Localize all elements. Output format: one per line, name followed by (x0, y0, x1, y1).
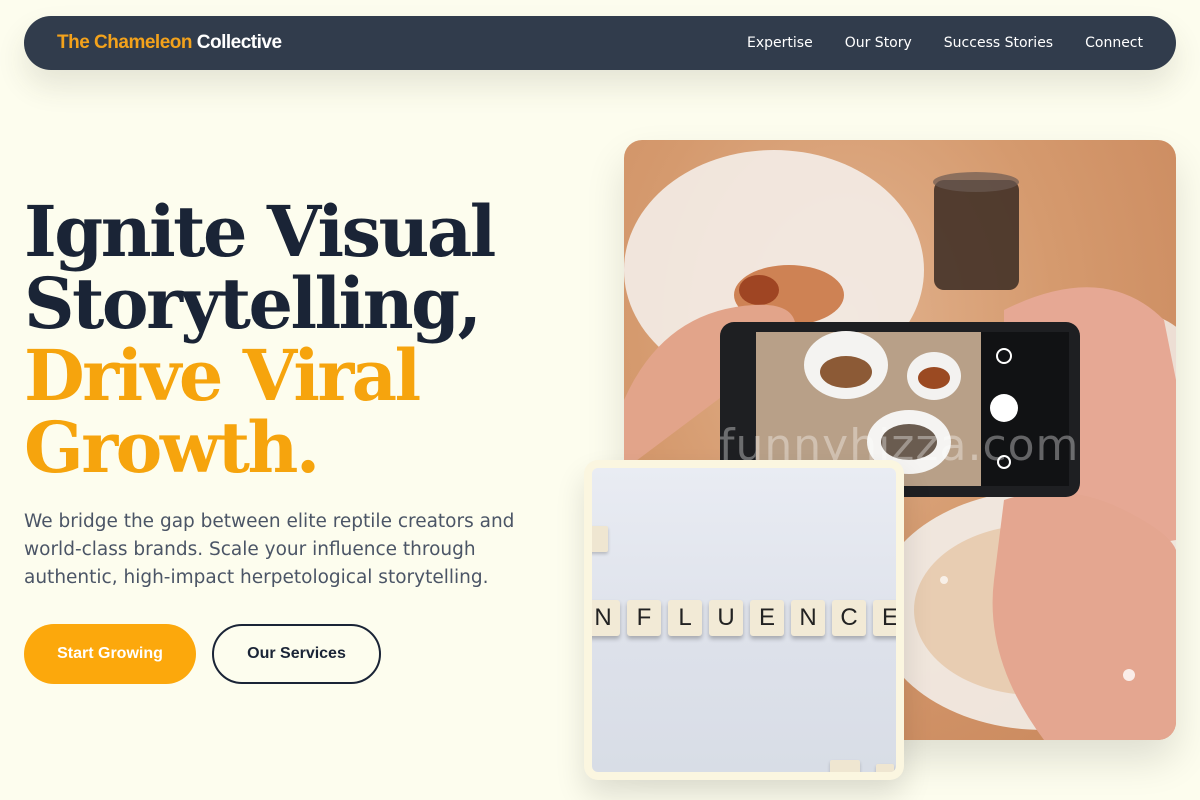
letter-tile: E (873, 600, 896, 636)
letter-tile: F (627, 600, 661, 636)
influence-photo: N F L U E N C E (592, 468, 896, 772)
brand-logo-rest: Collective (191, 32, 282, 53)
letter-tile: N (592, 600, 620, 636)
brand-logo[interactable]: The Chameleon Collective (57, 32, 282, 54)
headline-line-3: Drive Viral (24, 334, 421, 417)
nav-link-expertise[interactable]: Expertise (747, 35, 813, 51)
brand-logo-accent: The Chameleon (57, 32, 192, 53)
nav-links: Expertise Our Story Success Stories Conn… (747, 35, 1143, 51)
headline-line-1: Ignite Visual (24, 190, 496, 273)
headline-line-4: Growth. (24, 406, 320, 489)
headline-line-2: Storytelling, (24, 262, 482, 345)
hero-description: We bridge the gap between elite reptile … (24, 511, 515, 588)
our-services-button[interactable]: Our Services (212, 624, 381, 684)
hero-headline: Ignite Visual Storytelling, Drive Viral … (24, 190, 496, 489)
nav-link-connect[interactable]: Connect (1085, 35, 1143, 51)
letter-tile: E (750, 600, 784, 636)
letter-tile: U (709, 600, 743, 636)
scattered-tile (830, 760, 860, 772)
scattered-tile (876, 764, 894, 772)
start-growing-button[interactable]: Start Growing (24, 624, 196, 684)
top-navbar: The Chameleon Collective Expertise Our S… (24, 16, 1176, 70)
nav-link-success-stories[interactable]: Success Stories (944, 35, 1053, 51)
letter-tile: N (791, 600, 825, 636)
letter-tile: C (832, 600, 866, 636)
influence-letter-tiles: N F L U E N C E (592, 600, 896, 636)
scattered-tile (592, 526, 608, 552)
influence-photo-card: N F L U E N C E (584, 460, 904, 780)
nav-link-our-story[interactable]: Our Story (845, 35, 912, 51)
letter-tile: L (668, 600, 702, 636)
